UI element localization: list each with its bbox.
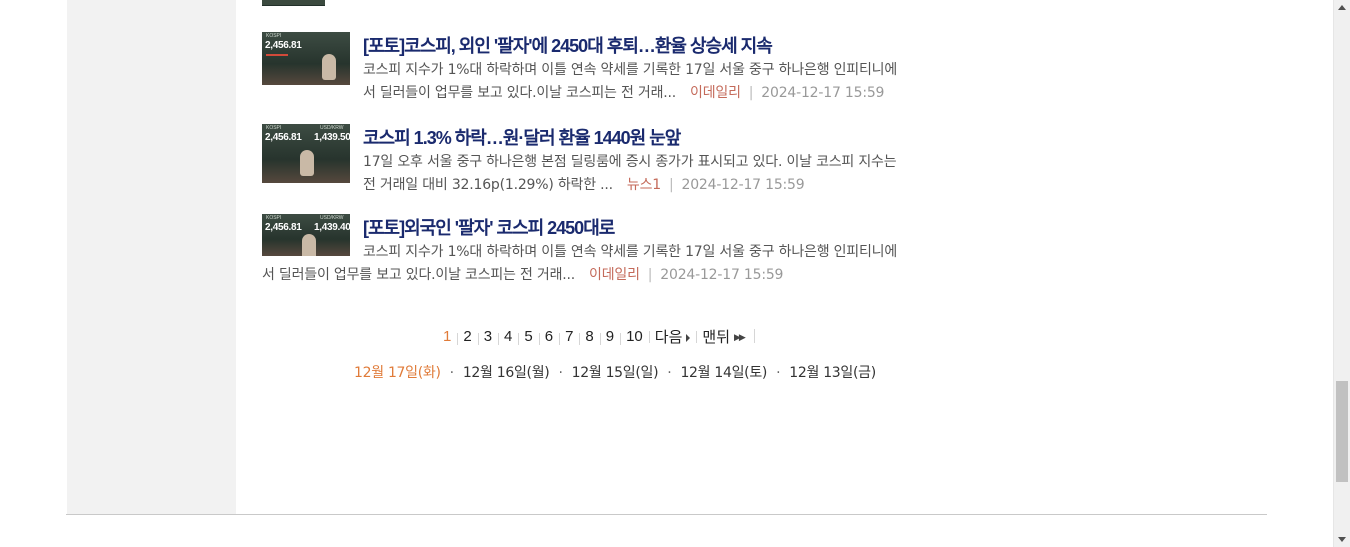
date-link-current[interactable]: 12월 17일(화): [354, 365, 441, 381]
article-thumbnail[interactable]: KOSPI USD/KRW 2,456.81 1,439.40: [262, 214, 350, 256]
meta-separator: |: [668, 176, 674, 193]
date-link[interactable]: 12월 15일(일): [572, 365, 659, 381]
news-list-item: KOSPI USD/KRW 2,456.81 1,439.40 [포토]외국인 …: [262, 214, 1002, 286]
page-link[interactable]: 5: [518, 328, 538, 345]
article-date: 2024-12-17 15:59: [660, 266, 784, 283]
page-link[interactable]: 10: [620, 328, 649, 345]
article-summary-line: 서 딜러들이 업무를 보고 있다.이날 코스피는 전 거래...: [363, 84, 677, 101]
article-summary-line: 17일 오후 서울 중구 하나은행 본점 딜링룸에 증시 종가가 표시되고 있다…: [363, 154, 897, 170]
article-thumbnail[interactable]: KOSPI USD/KRW 2,456.81 1,439.50: [262, 124, 350, 183]
article-summary-line: 코스피 지수가 1%대 하락하며 이틀 연속 약세를 기록한 17일 서울 중구…: [363, 62, 898, 78]
meta-separator: |: [647, 266, 653, 283]
thumbnail-kospi-value: 2,456.81: [265, 40, 302, 51]
article-thumbnail[interactable]: KOSPI 2,456.81: [262, 32, 350, 85]
article-date: 2024-12-17 15:59: [761, 84, 885, 101]
page-link[interactable]: 4: [498, 328, 518, 345]
article-source[interactable]: 이데일리: [589, 267, 640, 283]
news-list-item: KOSPI 2,456.81 [포토]코스피, 외인 '팔자'에 2450대 후…: [262, 32, 1002, 104]
page-link[interactable]: 8: [579, 328, 599, 345]
next-page-label: 다음: [654, 328, 683, 346]
page-link-current[interactable]: 1: [437, 328, 457, 345]
page-link[interactable]: 3: [477, 328, 498, 345]
page-link[interactable]: 9: [599, 328, 620, 345]
date-separator: ·: [667, 365, 672, 381]
next-page-button[interactable]: 다음: [648, 326, 697, 347]
article-summary-line: 전 거래일 대비 32.16p(1.29%) 하락한 ...: [363, 176, 613, 193]
pagination-divider: [753, 329, 755, 343]
previous-article-thumbnail[interactable]: [262, 0, 325, 6]
triangle-right-icon: [686, 333, 691, 342]
date-separator: ·: [776, 365, 781, 381]
scroll-down-arrow-icon[interactable]: [1338, 537, 1346, 542]
pagination: 1 2 3 4 5 6 7 8 9 10 다음 맨뒤 ▶▶: [437, 325, 755, 347]
last-page-label: 맨뒤: [702, 328, 730, 346]
article-summary-line: 코스피 지수가 1%대 하락하며 이틀 연속 약세를 기록한 17일 서울 중구…: [363, 244, 898, 260]
left-sidebar-panel: [67, 0, 236, 514]
date-link[interactable]: 12월 14일(토): [680, 365, 767, 381]
article-title-link[interactable]: 코스피 1.3% 하락…원·달러 환율 1440원 눈앞: [363, 124, 681, 150]
article-title-link[interactable]: [포토]코스피, 외인 '팔자'에 2450대 후퇴…환율 상승세 지속: [363, 32, 773, 58]
thumbnail-kospi-value: 2,456.81: [265, 222, 302, 233]
article-summary: 17일 오후 서울 중구 하나은행 본점 딜링룸에 증시 종가가 표시되고 있다…: [363, 151, 993, 196]
date-navigation: 12월 17일(화) · 12월 16일(월) · 12월 15일(일) · 12월 14일…: [354, 362, 876, 382]
double-triangle-right-icon: ▶▶: [734, 332, 746, 343]
article-source[interactable]: 뉴스1: [627, 177, 661, 193]
article-summary: 코스피 지수가 1%대 하락하며 이틀 연속 약세를 기록한 17일 서울 중구…: [262, 241, 1003, 286]
vertical-scrollbar[interactable]: [1333, 0, 1350, 547]
thumbnail-fx-value: 1,439.40: [314, 222, 350, 233]
article-title-link[interactable]: [포토]외국인 '팔자' 코스피 2450대로: [363, 214, 615, 240]
article-source[interactable]: 이데일리: [690, 85, 741, 101]
scroll-up-arrow-icon[interactable]: [1338, 5, 1346, 10]
last-page-button[interactable]: 맨뒤 ▶▶: [696, 326, 749, 347]
date-link[interactable]: 12월 16일(월): [463, 365, 550, 381]
news-list-item: KOSPI USD/KRW 2,456.81 1,439.50 코스피 1.3%…: [262, 124, 1002, 196]
scrollbar-thumb[interactable]: [1336, 381, 1348, 482]
thumbnail-fx-value: 1,439.50: [314, 132, 350, 143]
date-separator: ·: [449, 365, 454, 381]
footer-divider: [66, 514, 1267, 515]
thumbnail-kospi-value: 2,456.81: [265, 132, 302, 143]
article-date: 2024-12-17 15:59: [681, 176, 805, 193]
page-link[interactable]: 2: [457, 328, 477, 345]
page-link[interactable]: 6: [538, 328, 559, 345]
date-separator: ·: [558, 365, 563, 381]
meta-separator: |: [748, 84, 754, 101]
date-link[interactable]: 12월 13일(금): [789, 365, 876, 381]
article-summary: 코스피 지수가 1%대 하락하며 이틀 연속 약세를 기록한 17일 서울 중구…: [363, 59, 993, 104]
page-link[interactable]: 7: [559, 328, 579, 345]
article-summary-line: 서 딜러들이 업무를 보고 있다.이날 코스피는 전 거래...: [262, 266, 576, 283]
